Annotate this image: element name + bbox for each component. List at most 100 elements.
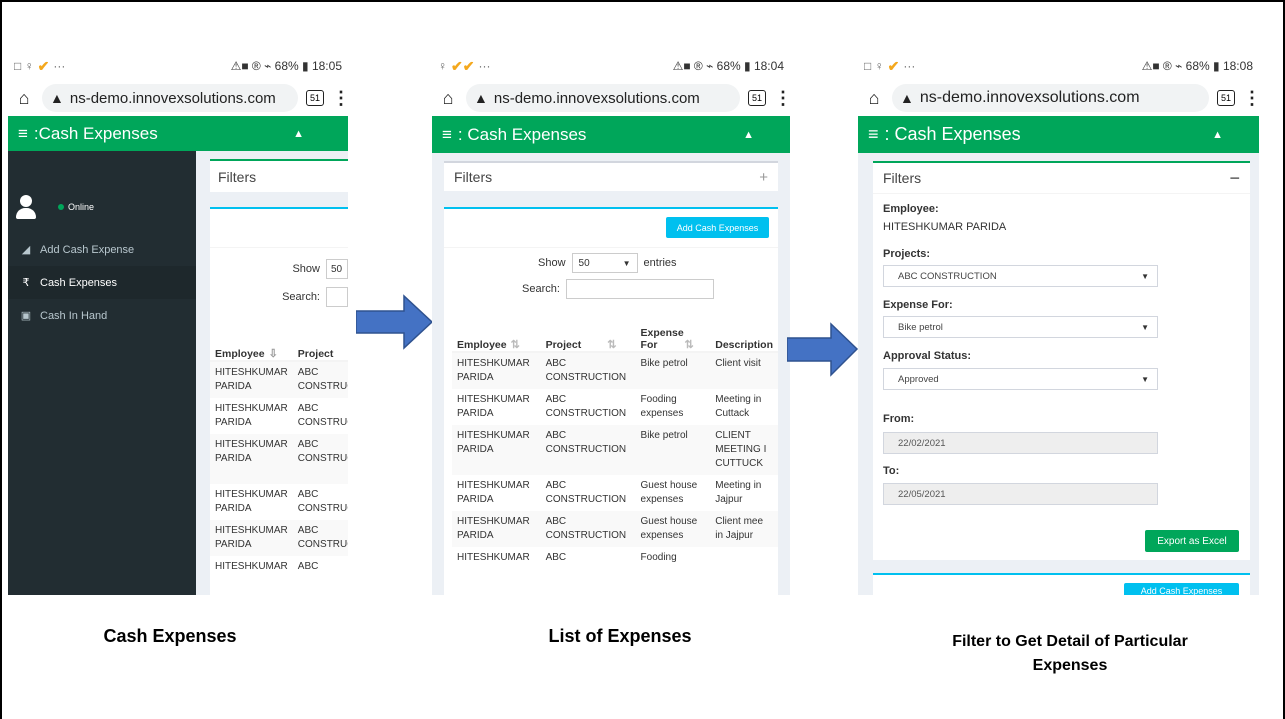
collapse-minus-icon[interactable]: − [1229, 168, 1240, 189]
page-content: Online ◢ Add Cash Expense ₹ Cash Expenses … [8, 151, 348, 595]
tab-switcher-button[interactable]: 51 [306, 90, 324, 106]
caption-filter-expenses: Filter to Get Detail of Particular Expen… [905, 630, 1235, 678]
sidebar-item-label: Add Cash Expense [40, 243, 135, 256]
browser-menu-icon[interactable]: ⋮ [332, 88, 348, 109]
app-header: ≡:Cash Expenses ▲ [8, 116, 348, 151]
home-icon[interactable]: ⌂ [14, 88, 34, 109]
user-icon[interactable]: ▲ [743, 129, 754, 141]
expense-for-select[interactable]: Bike petrol ▼ [883, 316, 1158, 338]
filters-header[interactable]: Filters − [873, 163, 1250, 194]
url-text: ns-demo.innovexsolutions.com [69, 89, 276, 107]
caret-down-icon: ▼ [622, 258, 631, 268]
filters-box[interactable]: Filters [210, 159, 348, 192]
more-notifications-icon: ··· [53, 59, 66, 73]
cell-employee: HITESHKUMAR PARIDA [452, 352, 541, 389]
filters-box[interactable]: Filters + [444, 161, 778, 191]
column-header-project[interactable]: Project [292, 322, 348, 362]
projects-select[interactable]: ABC CONSTRUCTION ▼ [883, 265, 1158, 287]
table-row[interactable]: HITESHKUMAR PARIDA ABC CONSTRUCTION Bike p… [452, 425, 778, 475]
tab-switcher-button[interactable]: 51 [1217, 90, 1235, 106]
address-bar[interactable]: ▲ ns-demo.innovexsolutions.com [466, 84, 740, 112]
cell-project: ABC CONSTRUCTION [545, 394, 627, 419]
cell-project: ABC CONSTRUCTION [540, 425, 636, 475]
cell-employee: HITESHKUMAR PARIDA [215, 489, 288, 514]
add-cash-expenses-button[interactable]: Add Cash Expenses [666, 217, 769, 238]
to-date-value: 22/05/2021 [898, 488, 946, 500]
search-input[interactable] [565, 279, 714, 299]
address-bar[interactable]: ▲ ns-demo.innovexsolutions.com [42, 84, 298, 112]
tab-switcher-button[interactable]: 51 [748, 90, 766, 106]
sort-icon: ⇅ [510, 339, 520, 351]
table-row[interactable]: HITESHKUMAR PARIDAABC CONSTRUCTION [210, 484, 348, 520]
from-date-value: 22/02/2021 [898, 437, 946, 449]
column-label: Description [715, 339, 773, 351]
column-header-employee[interactable]: Employee ⇅ [452, 313, 541, 353]
sort-icon: ⇅ [607, 339, 617, 351]
export-excel-button[interactable]: Export as Excel [1145, 530, 1239, 552]
cell-employee: HITESHKUMAR PARIDA [452, 425, 541, 475]
table-row[interactable]: HITESHKUMAR PARIDA ABC CONSTRUCTION Guest … [452, 511, 778, 547]
browser-toolbar: ⌂ ▲ ns-demo.innovexsolutions.com 51 ⋮ [432, 80, 790, 116]
add-cash-expenses-button[interactable]: Add Cash Expenses [1124, 583, 1239, 595]
table-row[interactable]: HITESHKUMAR PARIDAABC CONSTRUCTION [210, 434, 348, 484]
caret-down-icon: ▼ [1141, 271, 1149, 281]
home-icon[interactable]: ⌂ [864, 88, 884, 109]
to-date-label: To: [883, 465, 900, 477]
cell-description: CLIENT MEETING I CUTTUCK [710, 425, 778, 475]
browser-menu-icon[interactable]: ⋮ [774, 88, 790, 109]
caption-line-2: Expenses [1032, 657, 1108, 674]
table-row[interactable]: HITESHKUMAR ABC [210, 556, 348, 578]
search-input[interactable] [326, 287, 348, 307]
table-row[interactable]: HITESHKUMAR PARIDAABC CONSTRUCTION [210, 361, 348, 398]
page-length-select[interactable]: 50 ▼ [571, 253, 638, 273]
page-length-select[interactable]: 50 [326, 259, 348, 279]
to-date-input[interactable]: 22/05/2021 [883, 483, 1158, 505]
status-bar: □ ♀ ✔ ··· ⚠■ ® ⌁ 68% ▮ 18:08 [858, 52, 1259, 80]
main-panel: Filters + Add Cash Expenses Show 50 ▼ entrie… [444, 161, 778, 595]
status-icons-left: □ ♀ [864, 59, 884, 73]
cell-description: Client visit [710, 352, 778, 389]
table-header-row: Employee ⇩ Project [210, 322, 348, 362]
home-icon[interactable]: ⌂ [438, 88, 458, 109]
table-row[interactable]: HITESHKUMAR PARIDA ABC CONSTRUCTION Bike p… [452, 352, 778, 389]
column-header-expense-for[interactable]: Expense For ⇅ [635, 313, 711, 353]
user-icon[interactable]: ▲ [1212, 129, 1223, 141]
caret-down-icon: ▼ [1141, 322, 1149, 332]
table-row[interactable]: HITESHKUMAR PARIDAABC CONSTRUCTION [210, 520, 348, 556]
table-header-row: Employee ⇅ Project ⇅ Expense For ⇅ Descript… [452, 313, 778, 353]
cell-employee: HITESHKUMAR [457, 552, 530, 563]
from-date-input[interactable]: 22/02/2021 [883, 432, 1158, 454]
status-icons-right: ⚠■ ® ⌁ 68% ▮ 18:05 [230, 59, 342, 73]
address-bar[interactable]: ▲ ns-demo.innovexsolutions.com [892, 84, 1209, 112]
column-header-employee[interactable]: Employee ⇩ [210, 322, 293, 362]
search-label: Search: [522, 283, 560, 295]
expand-plus-icon[interactable]: + [759, 169, 768, 186]
caption-cash-expenses: Cash Expenses [103, 626, 237, 646]
hamburger-menu-icon[interactable]: ≡ [18, 124, 28, 143]
caret-down-icon: ▼ [1141, 374, 1149, 384]
sidebar-item-add-cash-expense[interactable]: ◢ Add Cash Expense [8, 233, 196, 266]
filters-title: Filters [454, 169, 493, 185]
user-icon[interactable]: ▲ [293, 128, 304, 140]
arrow-right-icon [356, 294, 434, 350]
approval-status-select[interactable]: Approved ▼ [883, 368, 1158, 390]
sort-icon: ⇅ [684, 339, 694, 351]
table-row[interactable]: HITESHKUMAR PARIDA ABC CONSTRUCTION Foodin… [452, 389, 778, 425]
hamburger-menu-icon[interactable]: ≡ [442, 125, 452, 144]
sidebar-item-cash-expenses[interactable]: ₹ Cash Expenses [8, 266, 196, 299]
cell-employee: HITESHKUMAR PARIDA [452, 511, 541, 547]
column-header-description[interactable]: Description [710, 313, 778, 353]
filters-box: Filters − Employee: HITESHKUMAR PARIDA Pr… [873, 161, 1250, 560]
phone-screen-cash-expenses: □ ♀ ✔ ··· ⚠■ ® ⌁ 68% ▮ 18:05 ⌂ ▲ ns-demo.in… [8, 52, 348, 595]
sidebar-item-label: Cash Expenses [40, 276, 118, 289]
sidebar-item-cash-in-hand[interactable]: ▣ Cash In Hand [8, 299, 196, 332]
table-row[interactable]: HITESHKUMAR ABC Fooding [452, 547, 778, 569]
hamburger-menu-icon[interactable]: ≡ [868, 124, 879, 144]
table-row[interactable]: HITESHKUMAR PARIDAABC CONSTRUCTION [210, 398, 348, 434]
page-length-control: Show 50 ▼ entries [538, 253, 677, 273]
column-header-project[interactable]: Project ⇅ [540, 313, 636, 353]
browser-menu-icon[interactable]: ⋮ [1243, 88, 1259, 109]
cell-project: ABC CONSTRUCTION [292, 434, 348, 484]
table-row[interactable]: HITESHKUMAR PARIDA ABC CONSTRUCTION Guest … [452, 475, 778, 511]
sidebar-menu: ◢ Add Cash Expense ₹ Cash Expenses ▣ Cash I… [8, 233, 196, 332]
